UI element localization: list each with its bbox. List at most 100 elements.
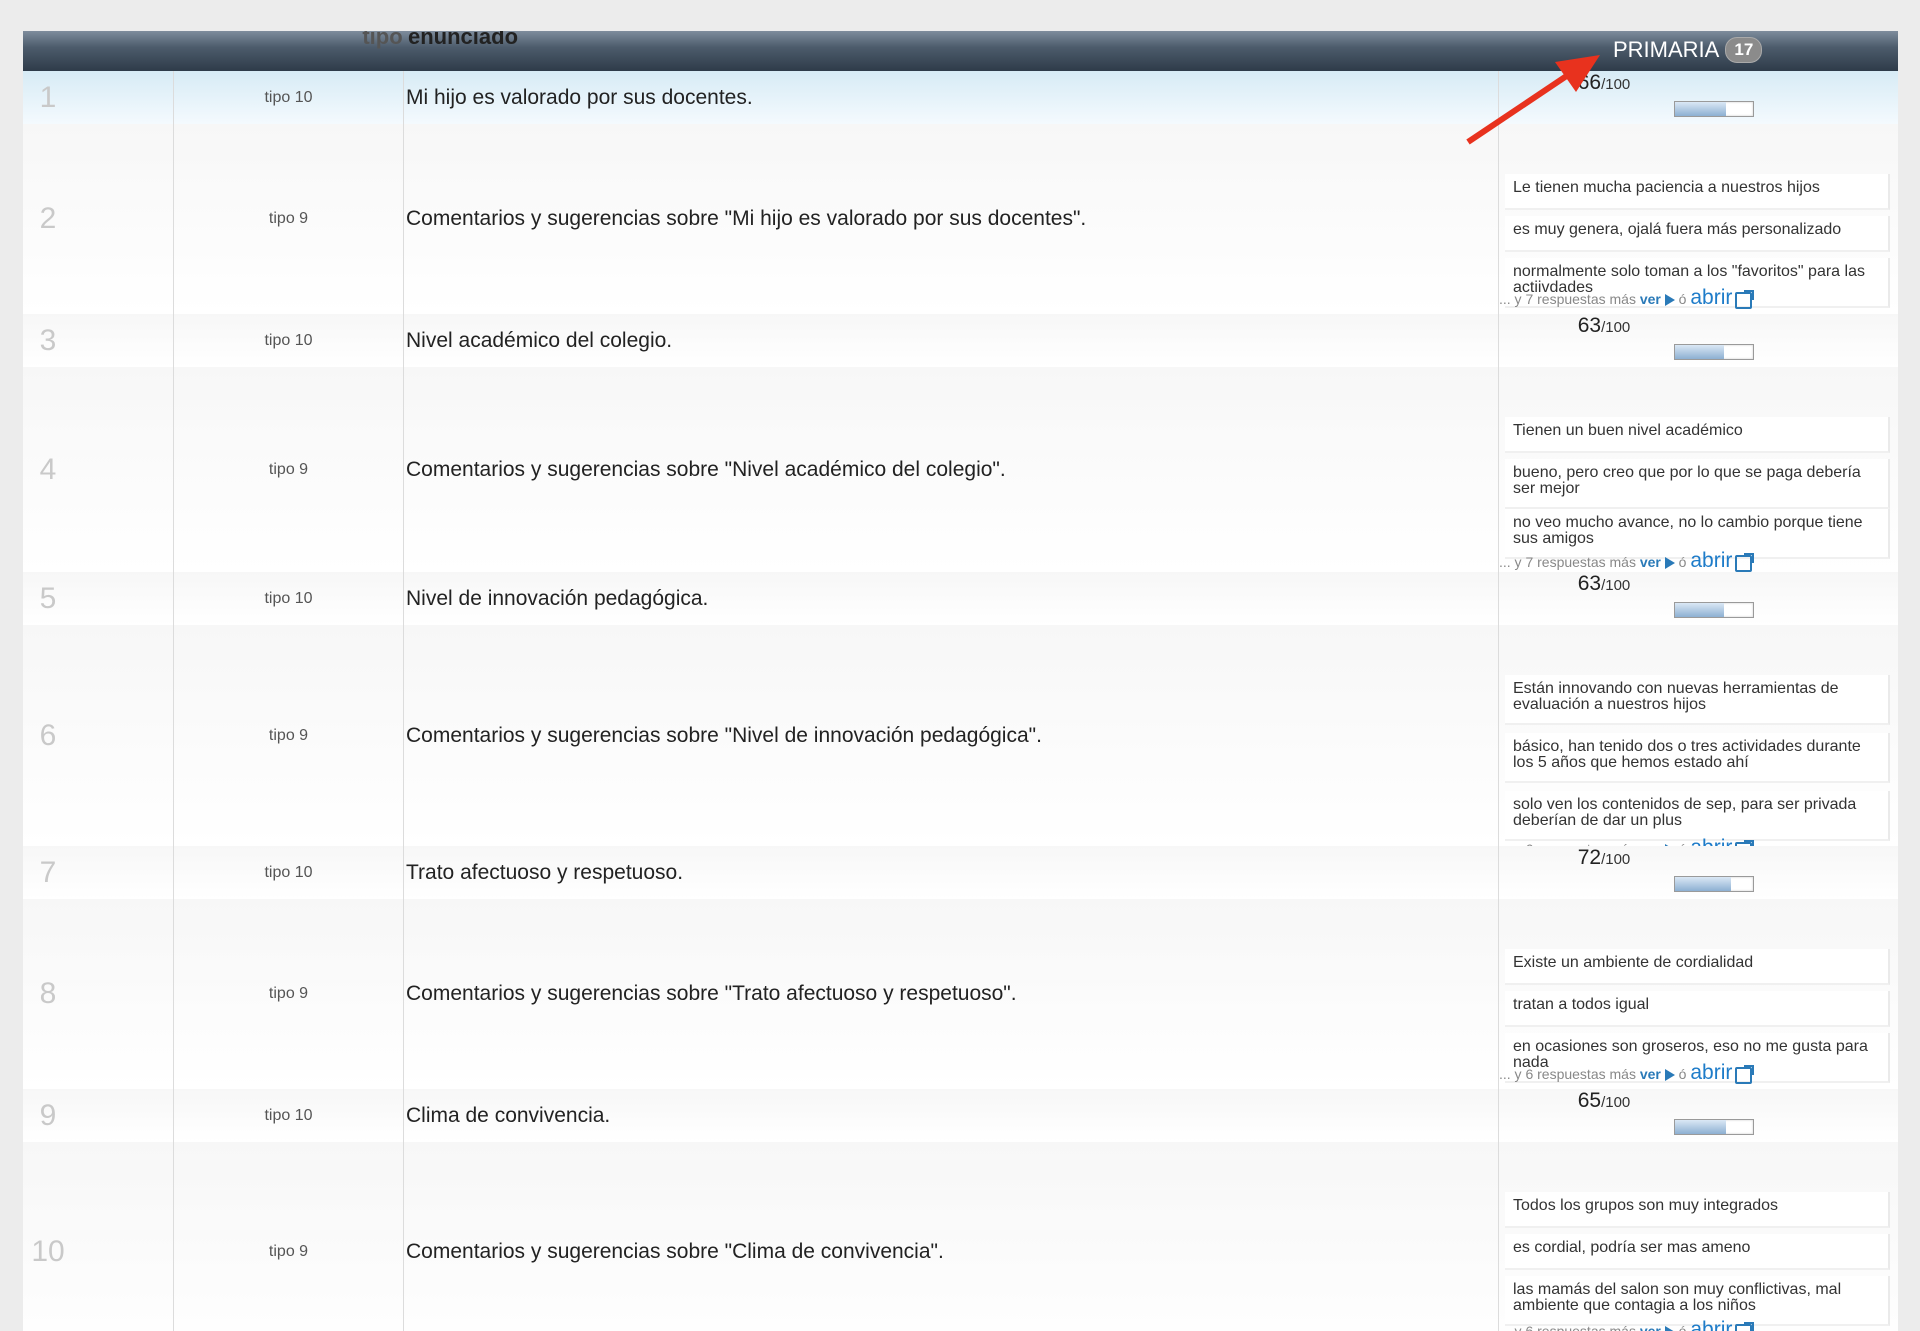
external-link-icon[interactable] <box>1735 1064 1755 1084</box>
cell-tipo: tipo 9 <box>174 124 404 314</box>
comment-item: Tienen un buen nivel académico <box>1505 417 1890 453</box>
ver-link[interactable]: ver <box>1640 291 1661 307</box>
cell-number: 8 <box>23 899 174 1089</box>
question-text: Trato afectuoso y respetuoso. <box>406 860 684 884</box>
cell-number: 2 <box>23 124 174 314</box>
more-responses: ... y 6 respuestas más ver ó abrir <box>1499 1318 1755 1331</box>
cell-tipo: tipo 10 <box>174 1089 404 1142</box>
more-responses: ... y 7 respuestas más ver ó abrir <box>1499 286 1755 310</box>
tipo-label: tipo 10 <box>264 863 313 881</box>
cell-enunciado: Nivel académico del colegio. <box>404 314 1499 367</box>
score-progress-bar <box>1674 344 1754 360</box>
table-row: 5 tipo 10 Nivel de innovación pedagógica. 6… <box>23 572 1898 626</box>
or-label: ó <box>1678 1323 1687 1331</box>
external-link-icon[interactable] <box>1735 289 1755 309</box>
external-link-icon[interactable] <box>1735 1321 1755 1331</box>
cell-tipo: tipo 9 <box>174 625 404 846</box>
cell-primaria: Le tienen mucha paciencia a nuestros hij… <box>1499 124 1898 314</box>
tipo-label: tipo 10 <box>264 88 313 106</box>
score-progress-bar <box>1674 602 1754 618</box>
cell-number: 6 <box>23 625 174 846</box>
score-display: 63/100 <box>1499 314 1709 338</box>
score-max: /100 <box>1601 851 1631 868</box>
abrir-link[interactable]: abrir <box>1690 1061 1732 1084</box>
row-number: 8 <box>39 977 57 1010</box>
count-badge: 17 <box>1725 37 1763 63</box>
tipo-label: tipo 10 <box>264 589 313 607</box>
cell-enunciado: Comentarios y sugerencias sobre "Mi hijo… <box>404 124 1499 314</box>
cell-tipo: tipo 10 <box>174 846 404 899</box>
tipo-label: tipo 9 <box>268 460 309 478</box>
comment-item: básico, han tenido dos o tres actividade… <box>1505 733 1890 783</box>
cell-tipo: tipo 10 <box>174 572 404 625</box>
cell-primaria: 63/100 <box>1499 572 1898 625</box>
cell-number: 7 <box>23 846 174 899</box>
comment-item: bueno, pero creo que por lo que se paga … <box>1505 459 1890 509</box>
cell-primaria: Tienen un buen nivel académico bueno, per… <box>1499 367 1898 572</box>
cell-primaria: 63/100 <box>1499 314 1898 367</box>
ver-link[interactable]: ver <box>1640 554 1661 570</box>
column-header-enunciado[interactable]: enunciado <box>408 31 518 50</box>
score-progress-bar <box>1674 876 1754 892</box>
score-value: 63 <box>1577 314 1602 337</box>
abrir-link[interactable]: abrir <box>1690 286 1732 309</box>
question-text: Nivel académico del colegio. <box>406 328 673 352</box>
cell-tipo: tipo 10 <box>174 71 404 124</box>
cell-number: 10 <box>23 1142 174 1331</box>
abrir-link[interactable]: abrir <box>1690 549 1732 572</box>
comment-item: Le tienen mucha paciencia a nuestros hij… <box>1505 174 1890 210</box>
external-link-icon[interactable] <box>1735 552 1755 572</box>
more-count: ... y 6 respuestas más <box>1499 1066 1636 1082</box>
play-icon[interactable] <box>1664 294 1675 307</box>
cell-enunciado: Nivel de innovación pedagógica. <box>404 572 1499 625</box>
table-row: 8 tipo 9 Comentarios y sugerencias sobre "… <box>23 899 1898 1090</box>
cell-tipo: tipo 9 <box>174 1142 404 1331</box>
question-text: Comentarios y sugerencias sobre "Nivel a… <box>406 457 1006 481</box>
cell-enunciado: Comentarios y sugerencias sobre "Nivel a… <box>404 367 1499 572</box>
score-progress-fill <box>1675 1120 1726 1134</box>
abrir-link[interactable]: abrir <box>1690 1318 1732 1331</box>
column-header-primaria[interactable]: PRIMARIA 17 <box>1613 37 1763 63</box>
cell-enunciado: Mi hijo es valorado por sus docentes. <box>404 71 1499 124</box>
play-icon[interactable] <box>1664 1069 1675 1082</box>
tipo-label: tipo 10 <box>264 331 313 349</box>
comment-item: Existe un ambiente de cordialidad <box>1505 949 1890 985</box>
or-label: ó <box>1678 1066 1687 1082</box>
more-responses: ... y 7 respuestas más ver ó abrir <box>1499 549 1755 573</box>
score-max: /100 <box>1601 577 1631 594</box>
cell-enunciado: Comentarios y sugerencias sobre "Clima d… <box>404 1142 1499 1331</box>
play-icon[interactable] <box>1664 1326 1675 1331</box>
play-icon[interactable] <box>1664 557 1675 570</box>
cell-tipo: tipo 9 <box>174 899 404 1089</box>
cell-number: 3 <box>23 314 174 367</box>
comment-item: es cordial, podría ser mas ameno <box>1505 1234 1890 1270</box>
tipo-label: tipo 10 <box>264 1106 313 1124</box>
row-number: 4 <box>39 452 57 486</box>
row-number: 1 <box>39 80 57 114</box>
score-display: 63/100 <box>1499 572 1709 596</box>
row-number: 5 <box>39 581 57 615</box>
comment-item: Están innovando con nuevas herramientas … <box>1505 675 1890 725</box>
score-value: 66 <box>1577 71 1602 94</box>
score-value: 65 <box>1577 1089 1602 1112</box>
cell-tipo: tipo 10 <box>174 314 404 367</box>
row-number: 10 <box>31 1235 65 1268</box>
ver-link[interactable]: ver <box>1640 1323 1661 1331</box>
table-row: 3 tipo 10 Nivel académico del colegio. 63/1… <box>23 314 1898 368</box>
score-value: 72 <box>1577 846 1602 869</box>
score-max: /100 <box>1601 76 1631 93</box>
or-label: ó <box>1678 291 1687 307</box>
score-max: /100 <box>1601 319 1631 336</box>
row-number: 2 <box>39 202 57 235</box>
table-row: 1 tipo 10 Mi hijo es valorado por sus doce… <box>23 71 1898 125</box>
score-display: 65/100 <box>1499 1089 1709 1113</box>
cell-enunciado: Comentarios y sugerencias sobre "Trato a… <box>404 899 1499 1089</box>
ver-link[interactable]: ver <box>1640 1066 1661 1082</box>
tipo-label: tipo 9 <box>268 985 309 1002</box>
table-header: tipo enunciado PRIMARIA 17 <box>23 31 1898 72</box>
cell-primaria: 66/100 <box>1499 71 1898 124</box>
comment-item: tratan a todos igual <box>1505 991 1890 1027</box>
row-number: 6 <box>39 718 57 752</box>
comment-item: es muy genera, ojalá fuera más personali… <box>1505 216 1890 252</box>
question-text: Nivel de innovación pedagógica. <box>406 586 709 610</box>
